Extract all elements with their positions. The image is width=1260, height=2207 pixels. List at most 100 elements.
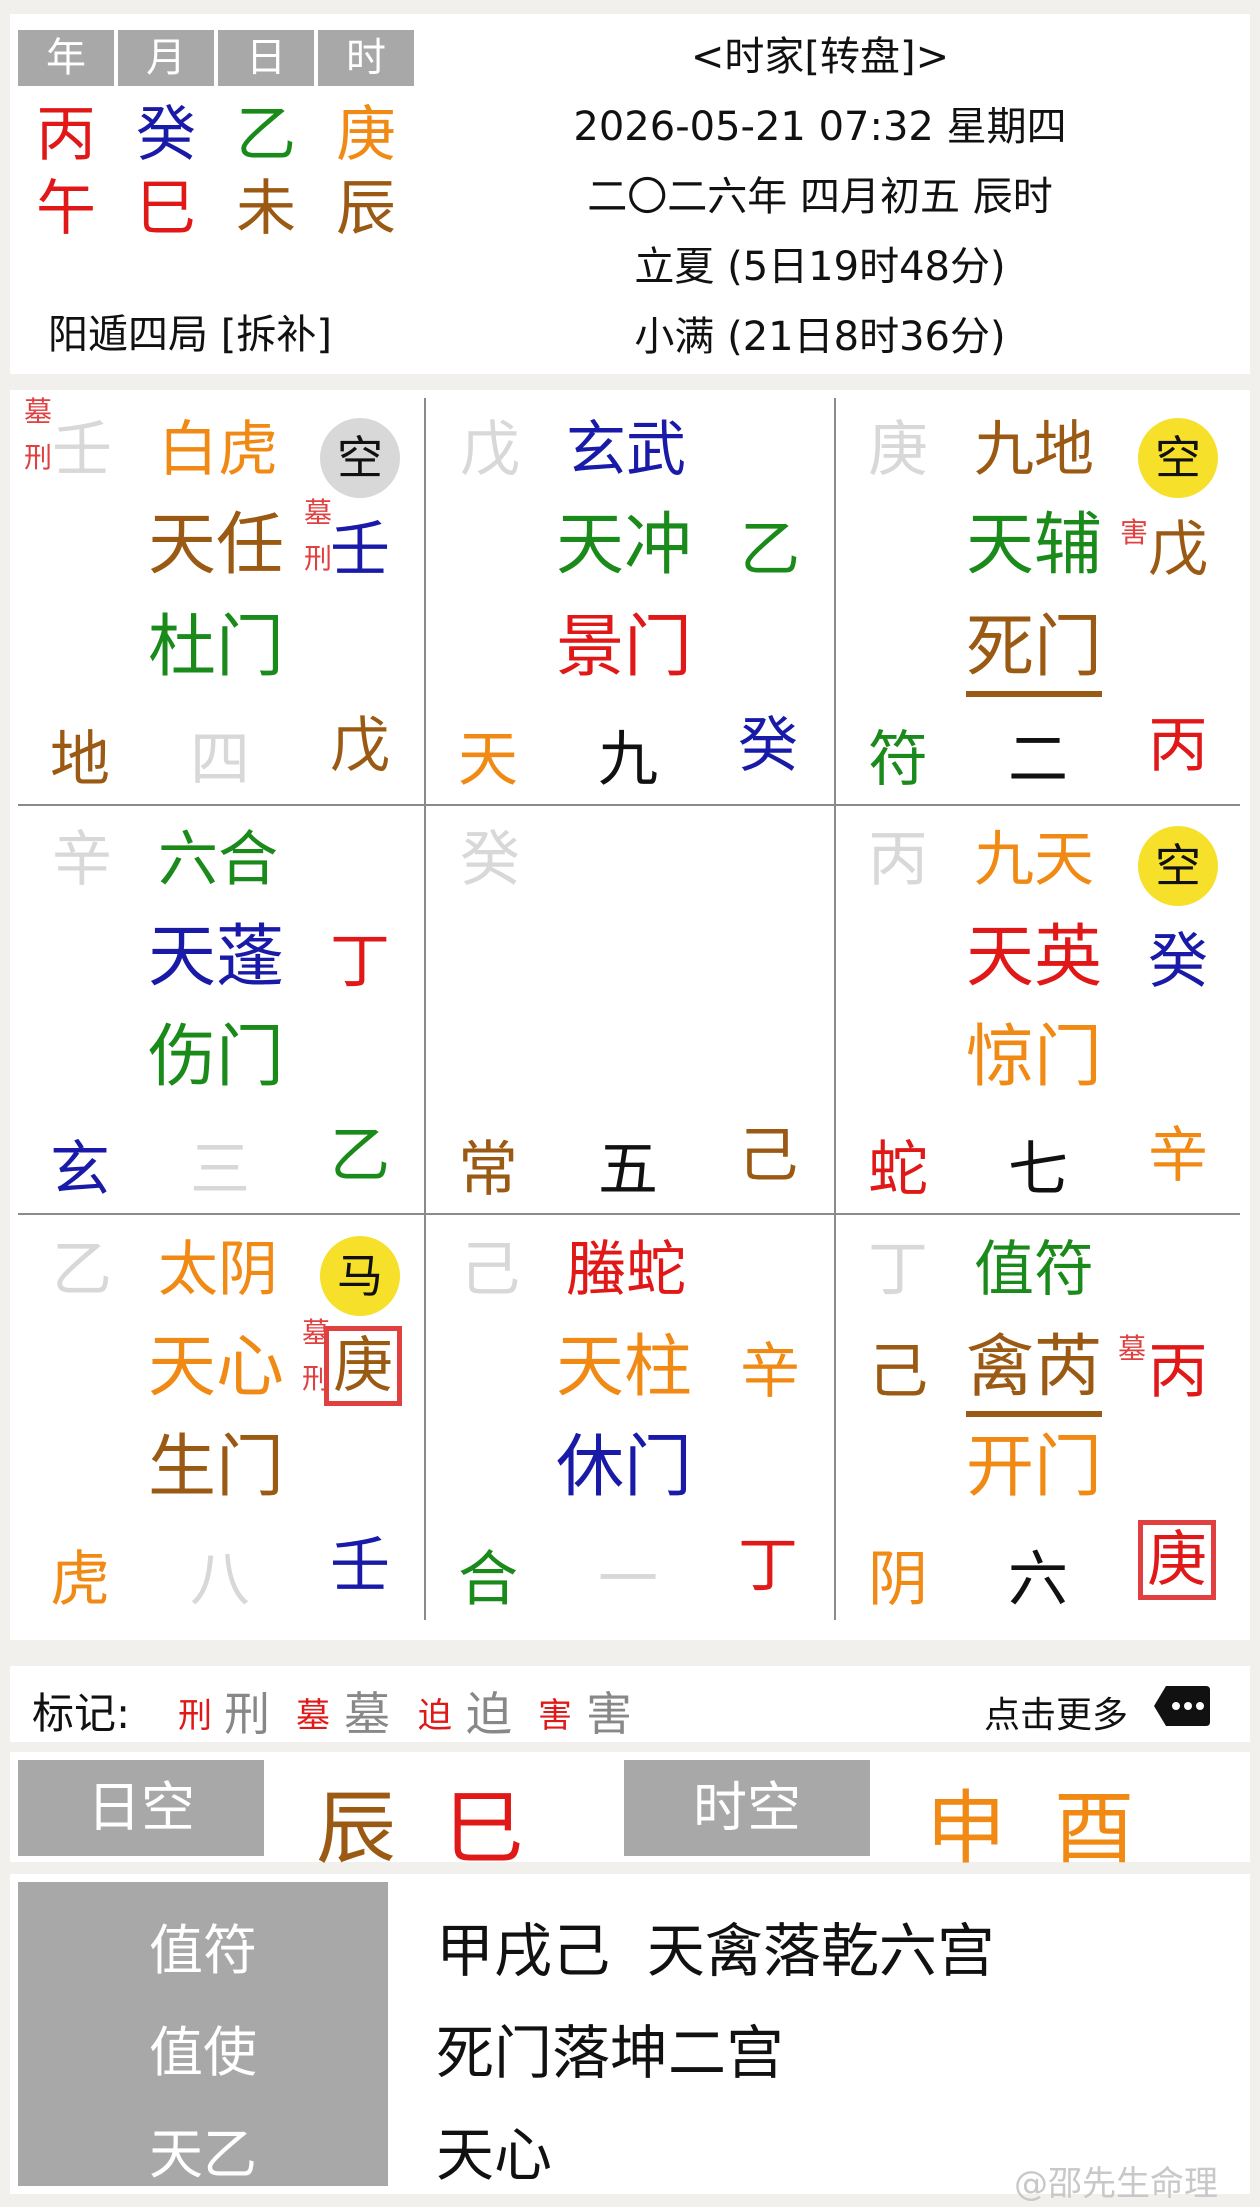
month-branch: 巳 [136, 174, 196, 244]
p3-deity: 符 [868, 725, 928, 795]
p2-deity: 天 [458, 725, 518, 795]
year-stem: 丙 [36, 100, 96, 170]
p3-star: 天辅 [966, 506, 1103, 585]
hour-kong-value-1: 申 [926, 1782, 1006, 1875]
day-branch: 未 [236, 174, 296, 244]
p4-earth-stem: 乙 [330, 1121, 390, 1191]
p3-god: 九地 [974, 415, 1094, 485]
info-value-zhishi: 死门落坤二宫 [436, 2019, 785, 2087]
hour-stem: 庚 [336, 100, 396, 170]
chart-title: <时家[转盘]> [690, 34, 950, 80]
p8-number: 一 [598, 1545, 658, 1615]
header-hour: 时 [318, 30, 414, 86]
p6-deity: 蛇 [868, 1135, 928, 1205]
p3-star-mark-hai: 害 [1120, 516, 1149, 549]
p2-earth-stem: 癸 [738, 711, 798, 781]
p1-deity: 地 [50, 725, 110, 795]
p5-deity: 常 [458, 1135, 518, 1205]
p7-star-stem-text: 庚 [324, 1326, 402, 1406]
info-label-tianyi: 天乙 [149, 2123, 257, 2186]
p4-deity: 玄 [50, 1135, 110, 1205]
info-value-tianyi: 天心 [436, 2121, 553, 2189]
watermark: @邵先生命理 [1014, 2164, 1218, 2204]
p7-star: 天心 [148, 1328, 285, 1407]
p7-star-stem: 庚 [324, 1326, 402, 1406]
p2-heaven-stem: 戊 [460, 415, 520, 485]
solar-term-1: 立夏 (5日19时48分) [634, 244, 1006, 290]
p3-door-text: 死门 [966, 608, 1103, 697]
p1-mark-xing: 刑 [24, 441, 53, 474]
p9-god: 值符 [974, 1235, 1094, 1305]
p8-door: 休门 [556, 1428, 693, 1507]
p9-star-text: 禽芮 [966, 1328, 1103, 1417]
header-month: 月 [118, 30, 214, 86]
p6-star: 天英 [966, 918, 1103, 997]
p7-ma-badge: 马 [320, 1236, 400, 1316]
p3-star-stem: 戊 [1148, 515, 1208, 585]
p7-god: 太阴 [158, 1235, 278, 1305]
ju-label: 阳遁四局 [拆补] [48, 312, 332, 358]
datetime: 2026-05-21 07:32 星期四 [573, 104, 1067, 150]
p1-earth-stem: 戊 [330, 711, 390, 781]
ellipsis-icon[interactable] [1152, 1684, 1212, 1728]
p1-god: 白虎 [158, 415, 278, 485]
p9-number: 六 [1008, 1545, 1068, 1615]
p6-heaven-stem: 丙 [868, 825, 928, 895]
p1-star: 天任 [148, 506, 285, 585]
p7-door: 生门 [148, 1428, 285, 1507]
p3-kong-badge: 空 [1138, 418, 1218, 498]
legend-label: 标记: [32, 1689, 131, 1738]
legend-hai-big: 害 [586, 1687, 632, 1741]
p9-earth-stem-text: 庚 [1138, 1520, 1216, 1600]
p7-number: 八 [190, 1545, 250, 1615]
p7-deity: 虎 [50, 1545, 110, 1615]
p9-side-stem: 己 [868, 1337, 928, 1407]
p6-god: 九天 [974, 825, 1094, 895]
p6-door: 惊门 [966, 1018, 1103, 1097]
p4-star: 天蓬 [148, 918, 285, 997]
info-label-zhifu: 值符 [149, 1919, 257, 1982]
p3-earth-stem: 丙 [1148, 711, 1208, 781]
lunar-date: 二〇二六年 四月初五 辰时 [587, 174, 1053, 220]
p5-number: 五 [598, 1135, 658, 1205]
p2-number: 九 [598, 725, 658, 795]
p9-star: 禽芮 [966, 1328, 1103, 1417]
p4-star-stem: 丁 [330, 927, 390, 997]
p1-number: 四 [190, 725, 250, 795]
legend-po-small: 迫 [418, 1696, 452, 1736]
p2-god: 玄武 [566, 415, 686, 485]
p9-door: 开门 [966, 1428, 1103, 1507]
p4-door: 伤门 [148, 1018, 285, 1097]
info-value-zhifu: 甲戌己 天禽落乾六宫 [436, 1917, 995, 1985]
day-kong-value-2: 巳 [444, 1782, 524, 1875]
p3-number: 二 [1008, 725, 1068, 795]
day-stem: 乙 [236, 100, 296, 170]
p1-mark-mu: 墓 [24, 395, 53, 428]
hour-kong-label: 时空 [624, 1760, 870, 1856]
day-kong-value-1: 辰 [316, 1782, 396, 1875]
p8-star: 天柱 [556, 1328, 693, 1407]
day-kong-label: 日空 [18, 1760, 264, 1856]
legend-mu-small: 墓 [296, 1696, 330, 1736]
p1-heaven-stem: 壬 [52, 415, 112, 485]
hour-kong-value-2: 酉 [1054, 1782, 1134, 1875]
p5-heaven-stem: 癸 [460, 825, 520, 895]
hour-branch: 辰 [336, 174, 396, 244]
p9-star-mark-mu: 墓 [1118, 1332, 1147, 1365]
p4-heaven-stem: 辛 [52, 825, 112, 895]
more-link[interactable]: 点击更多 [984, 1686, 1128, 1738]
p7-earth-stem: 壬 [330, 1531, 390, 1601]
p8-heaven-stem: 己 [460, 1235, 520, 1305]
p1-star-mark-mu: 墓 [304, 496, 333, 529]
p1-star-mark-xing: 刑 [304, 542, 333, 575]
header-year: 年 [18, 30, 114, 86]
p9-heaven-stem: 丁 [868, 1235, 928, 1305]
header-day: 日 [218, 30, 314, 86]
legend-mu-big: 墓 [344, 1687, 390, 1741]
p2-door: 景门 [556, 608, 693, 687]
p4-god: 六合 [158, 825, 278, 895]
p8-star-stem: 辛 [740, 1337, 800, 1407]
p6-kong-badge: 空 [1138, 826, 1218, 906]
p9-deity: 阴 [868, 1545, 928, 1615]
legend-po-big: 迫 [466, 1687, 512, 1741]
